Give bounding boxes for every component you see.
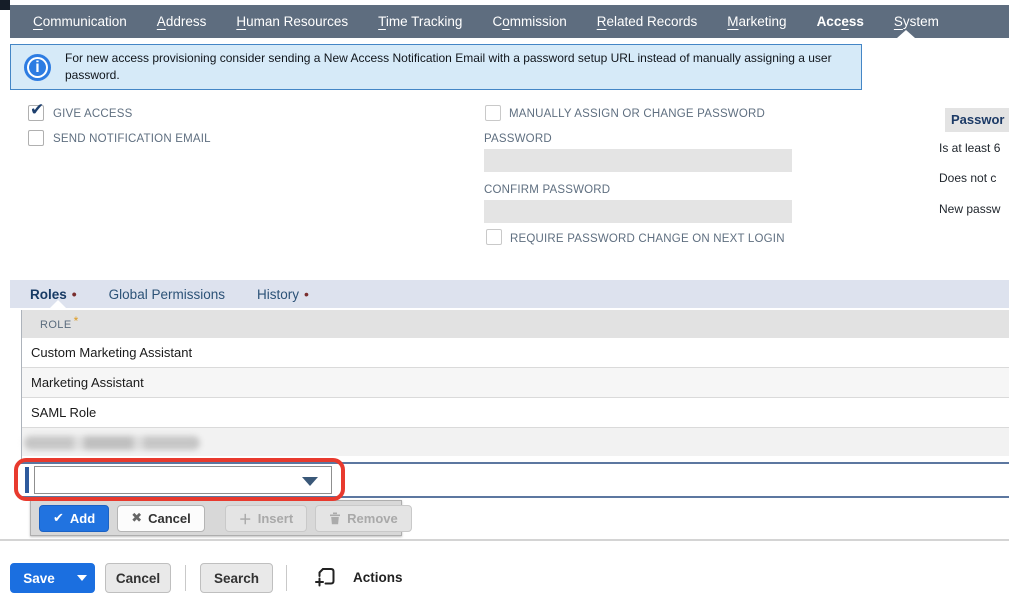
footer-divider [0, 539, 1009, 541]
criteria-item: Does not c [939, 171, 996, 185]
save-menu-button[interactable] [68, 563, 95, 593]
tab-commission[interactable]: Commission [477, 14, 581, 29]
inline-edit-toolbar: ✔ Add ✖ Cancel ＋ Insert Remove [30, 500, 402, 536]
chevron-down-icon [77, 575, 87, 581]
subtab-content-dot: • [72, 286, 77, 302]
record-tabs: CommunicationAddressHuman ResourcesTime … [10, 5, 1009, 38]
footer-separator [286, 565, 287, 591]
role-edit-row [21, 462, 1009, 498]
give-access-checkbox[interactable] [28, 105, 44, 121]
insert-button[interactable]: ＋ Insert [225, 505, 307, 532]
confirm-password-field[interactable] [484, 200, 792, 223]
redacted-text-blur [24, 436, 200, 450]
require-password-change-checkbox[interactable] [486, 229, 502, 245]
active-tab-notch [897, 30, 915, 38]
cancel-line-button[interactable]: ✖ Cancel [117, 505, 205, 532]
x-icon: ✖ [131, 510, 142, 526]
tab-system[interactable]: System [879, 14, 954, 29]
actions-plus-page-icon [315, 565, 337, 589]
table-row-redacted[interactable] [22, 428, 1009, 456]
actions-label: Actions [353, 570, 403, 585]
tab-related-records[interactable]: Related Records [582, 14, 713, 29]
plus-icon: ＋ [239, 509, 252, 528]
table-row[interactable]: Marketing Assistant [22, 368, 1009, 398]
send-notification-checkbox[interactable] [28, 130, 44, 146]
confirm-password-label: CONFIRM PASSWORD [484, 184, 610, 196]
trash-icon [329, 511, 341, 525]
tab-marketing[interactable]: Marketing [712, 14, 801, 29]
role-column-header: ROLE* [22, 310, 1009, 338]
top-left-corner-artifact [0, 0, 10, 10]
criteria-item: Is at least 6 [939, 141, 1000, 155]
subtab-history[interactable]: History• [257, 286, 309, 302]
active-subtab-notch [50, 300, 66, 308]
tab-address[interactable]: Address [142, 14, 222, 29]
required-asterisk: * [74, 314, 79, 328]
require-password-change-label: REQUIRE PASSWORD CHANGE ON NEXT LOGIN [510, 233, 785, 245]
subtabs: Roles•Global PermissionsHistory• [10, 280, 1009, 308]
save-button[interactable]: Save [10, 563, 68, 593]
edit-row-indicator [25, 467, 29, 493]
password-label: PASSWORD [484, 133, 552, 145]
manual-password-checkbox[interactable] [485, 105, 501, 121]
remove-button[interactable]: Remove [315, 505, 412, 532]
footer-separator [185, 565, 186, 591]
manual-password-label: MANUALLY ASSIGN OR CHANGE PASSWORD [509, 108, 765, 120]
add-button[interactable]: ✔ Add [39, 505, 109, 532]
subtab-global-permissions[interactable]: Global Permissions [109, 287, 225, 302]
role-dropdown[interactable] [34, 466, 332, 494]
table-row[interactable]: SAML Role [22, 398, 1009, 428]
subtab-content-dot: • [304, 286, 309, 302]
search-button[interactable]: Search [200, 563, 273, 593]
info-banner: i For new access provisioning consider s… [10, 44, 862, 90]
password-criteria-title: Passwor [945, 108, 1009, 132]
actions-menu[interactable]: Actions [315, 565, 403, 589]
give-access-label: GIVE ACCESS [53, 108, 133, 120]
table-row[interactable]: Custom Marketing Assistant [22, 338, 1009, 368]
checkmark-icon: ✔ [53, 510, 64, 526]
chevron-down-icon [302, 477, 318, 486]
tab-access[interactable]: Access [802, 14, 879, 29]
cancel-button[interactable]: Cancel [105, 563, 171, 593]
tab-human-resources[interactable]: Human Resources [221, 14, 363, 29]
tab-time-tracking[interactable]: Time Tracking [363, 14, 477, 29]
info-banner-text: For new access provisioning consider sen… [65, 50, 849, 84]
password-field[interactable] [484, 149, 792, 172]
tab-communication[interactable]: Communication [18, 14, 142, 29]
info-icon: i [24, 54, 51, 81]
criteria-item: New passw [939, 202, 1000, 216]
send-notification-label: SEND NOTIFICATION EMAIL [53, 133, 211, 145]
